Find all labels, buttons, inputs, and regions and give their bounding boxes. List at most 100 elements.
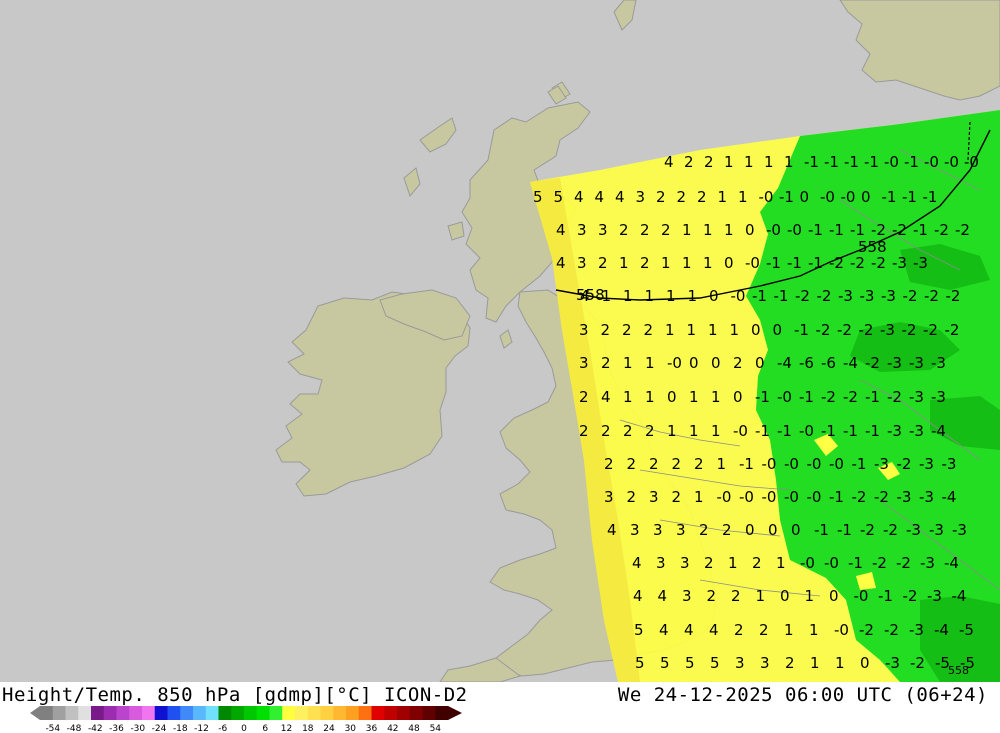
temperature-value: -1: [787, 254, 802, 272]
legend-swatch: [358, 706, 372, 720]
temperature-value: 0: [755, 354, 765, 372]
temperature-value: 2: [579, 388, 589, 406]
temperature-value: -2: [887, 388, 902, 406]
legend-tick-label: 0: [241, 724, 247, 732]
temperature-value: -0: [944, 153, 959, 171]
temperature-value: -1: [844, 153, 859, 171]
temperature-value: 2: [759, 621, 769, 639]
temperature-value: -3: [952, 521, 967, 539]
temperature-value: 3: [653, 521, 663, 539]
temperature-value: 2: [704, 554, 714, 572]
legend-swatch: [91, 706, 105, 720]
temperature-value: -2: [884, 621, 899, 639]
temperature-value: 3: [676, 521, 686, 539]
legend-tick-label: -42: [88, 724, 103, 732]
temperature-value: 0: [768, 521, 778, 539]
temperature-value: 4: [709, 621, 719, 639]
temperature-value: -0: [759, 188, 774, 206]
temperature-value: -0: [784, 488, 799, 506]
temperature-value: -2: [865, 354, 880, 372]
temperature-value: -2: [874, 488, 889, 506]
temperature-value: 2: [699, 521, 709, 539]
temperature-value: -0: [834, 621, 849, 639]
temperature-value: -3: [920, 554, 935, 572]
temperature-value: 4: [556, 254, 566, 272]
legend-swatch: [205, 706, 219, 720]
temperature-value: -0: [762, 455, 777, 473]
legend-swatch: [282, 706, 296, 720]
temperature-value: 1: [645, 354, 655, 372]
temperature-value: -0: [777, 388, 792, 406]
temperature-value: -4: [944, 554, 959, 572]
legend-tick-label: -54: [45, 724, 60, 732]
temperature-value: -3: [942, 455, 957, 473]
temperature-value: 0: [751, 321, 761, 339]
temperature-value: -2: [897, 455, 912, 473]
temperature-value: -5: [960, 654, 975, 672]
legend-swatch: [295, 706, 309, 720]
temperature-value: 1: [666, 287, 676, 305]
temperature-value: -2: [945, 321, 960, 339]
temperature-value: -2: [903, 287, 918, 305]
temperature-value: -2: [859, 621, 874, 639]
temperature-value: -1: [878, 587, 893, 605]
temperature-value: -2: [955, 221, 970, 239]
temperature-value: -1: [865, 422, 880, 440]
temperature-value: 2: [598, 254, 608, 272]
temperature-value: -2: [837, 321, 852, 339]
temperature-value: 2: [731, 587, 741, 605]
legend-swatch: [320, 706, 334, 720]
temperature-value: -1: [904, 153, 919, 171]
temperature-value: 2: [694, 455, 704, 473]
temperature-value: -0: [854, 587, 869, 605]
temperature-value: 2: [619, 221, 629, 239]
temperature-value: 2: [672, 488, 682, 506]
temperature-value: -0: [841, 188, 856, 206]
temperature-value: 1: [724, 153, 734, 171]
map-canvas[interactable]: 558 558 558 4 2 2 1 1 1 1 -1 -1 -1 -1 -0 -1 -0 -0 -0 5 5 4…: [0, 0, 1000, 682]
temperature-value: 1: [728, 554, 738, 572]
temperature-value: 2: [704, 153, 714, 171]
temperature-value: 0: [791, 521, 801, 539]
temperature-value: -0: [884, 153, 899, 171]
temperature-value: 1: [682, 254, 692, 272]
temperature-value: -3: [929, 521, 944, 539]
temperature-value: 1: [689, 422, 699, 440]
temperature-value: -0: [667, 354, 682, 372]
temperature-value: 0: [745, 221, 755, 239]
temperature-value: 2: [697, 188, 707, 206]
temperature-value: 1: [667, 422, 677, 440]
temperature-value: 3: [579, 354, 589, 372]
temperature-value: 1: [619, 254, 629, 272]
temperature-value: -0: [964, 153, 979, 171]
temperature-value: 1: [708, 321, 718, 339]
temperature-value: 1: [805, 587, 815, 605]
temperature-value: -3: [860, 287, 875, 305]
temperature-value: -1: [755, 388, 770, 406]
temperature-value: -2: [946, 287, 961, 305]
temperature-value: 3: [630, 521, 640, 539]
temperature-value: -2: [817, 287, 832, 305]
temperature-value: -1: [837, 521, 852, 539]
temperature-value: 4: [633, 587, 643, 605]
temperature-value: -3: [881, 287, 896, 305]
temperature-value: -3: [897, 488, 912, 506]
temperature-value: -1: [864, 153, 879, 171]
temperature-value: 2: [722, 521, 732, 539]
temperature-value: 2: [684, 153, 694, 171]
temperature-value: 2: [604, 455, 614, 473]
temperature-value: 0: [861, 188, 871, 206]
temperature-value: -1: [850, 221, 865, 239]
legend-swatch: [397, 706, 411, 720]
legend-swatch: [244, 706, 258, 720]
legend-swatch: [193, 706, 207, 720]
temperature-value: 2: [601, 422, 611, 440]
legend-swatch: [409, 706, 423, 720]
temperature-value: -0: [820, 188, 835, 206]
temperature-value: 1: [724, 221, 734, 239]
temperature-value: 2: [640, 254, 650, 272]
temperature-value: -2: [795, 287, 810, 305]
temperature-value: -3: [887, 422, 902, 440]
temperature-value: -3: [838, 287, 853, 305]
temperature-value: 1: [623, 287, 633, 305]
